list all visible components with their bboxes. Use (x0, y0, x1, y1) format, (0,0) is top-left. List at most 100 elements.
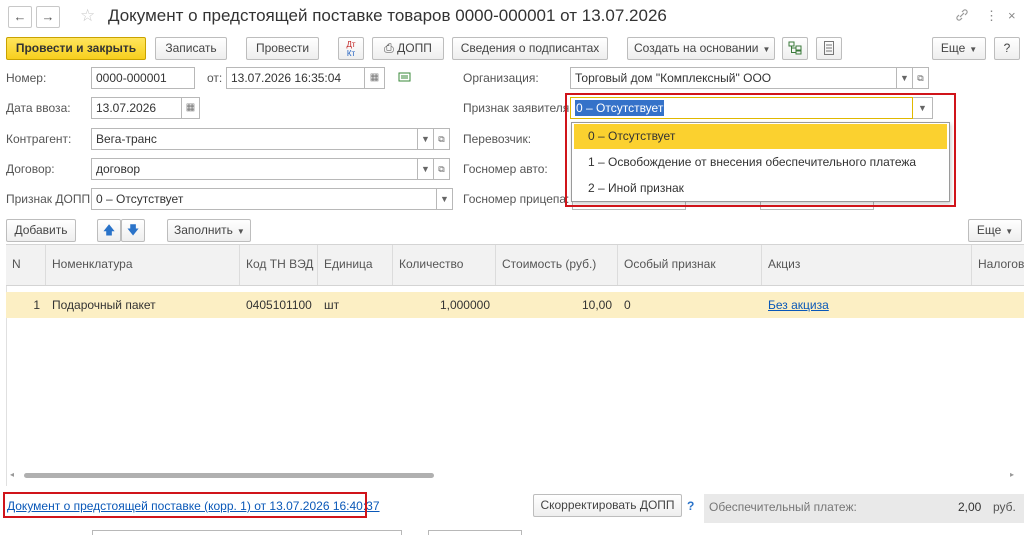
number-field[interactable]: 0000-000001 (91, 67, 195, 89)
printer-icon: ⎙ (384, 41, 394, 55)
fill-button[interactable]: Заполнить ▼ (167, 219, 251, 242)
organization-dropdown-button[interactable]: ▼ (897, 67, 913, 89)
highlight-box-footer (3, 492, 367, 518)
more-button[interactable]: Еще ▼ (932, 37, 986, 60)
open-icon: ⧉ (438, 164, 445, 174)
contract-field[interactable]: договор (91, 158, 418, 180)
scroll-left-icon[interactable]: ◂ (10, 470, 14, 479)
deposit-value: 2,00 (958, 500, 982, 514)
chevron-down-icon: ▼ (421, 134, 430, 144)
column-header[interactable]: Стоимость (руб.) (496, 245, 618, 285)
move-up-button[interactable]: 🡅 (97, 219, 121, 242)
excise-link[interactable]: Без акциза (768, 298, 829, 312)
cell-excise: Без акциза (762, 292, 972, 318)
column-header[interactable]: Код ТН ВЭД (240, 245, 318, 285)
fill-label: Заполнить (174, 223, 233, 237)
cell-quantity: 1,000000 (439, 298, 490, 312)
column-header[interactable]: Количество (393, 245, 496, 285)
create-based-label: Создать на основании (634, 41, 759, 55)
help-button[interactable]: ? (994, 37, 1020, 60)
post-button[interactable]: Провести (246, 37, 319, 60)
column-header[interactable]: Особый признак (618, 245, 762, 285)
horizontal-scrollbar-thumb[interactable] (24, 473, 434, 478)
back-arrow-icon: ← (13, 9, 27, 24)
document-icon (824, 41, 834, 55)
number-label: Номер: (6, 71, 47, 85)
move-down-button[interactable]: 🡇 (121, 219, 145, 242)
counterparty-open-button[interactable]: ⧉ (434, 128, 450, 150)
column-header[interactable]: Акциз (762, 245, 972, 285)
chevron-down-icon: ▼ (421, 164, 430, 174)
from-date-field[interactable]: 13.07.2026 16:35:04 (226, 67, 365, 89)
forward-arrow-icon: → (41, 9, 55, 24)
organization-open-button[interactable]: ⧉ (913, 67, 929, 89)
cell-nomenclature: Подарочный пакет (52, 298, 156, 312)
contract-dropdown-button[interactable]: ▼ (418, 158, 434, 180)
write-button[interactable]: Записать (155, 37, 227, 60)
link-icon[interactable] (955, 8, 969, 25)
correct-dopp-button[interactable]: Скорректировать ДОПП (533, 494, 682, 517)
dt-kt-icon: Дт (346, 40, 356, 49)
signers-button[interactable]: Сведения о подписантах (452, 37, 608, 60)
forward-button[interactable]: → (36, 6, 60, 28)
chevron-down-icon: ▼ (440, 194, 449, 204)
structure-icon (788, 41, 802, 55)
column-header[interactable]: Единица (318, 245, 393, 285)
cell-tnved: 0405101100 (246, 298, 312, 312)
highlight-box-applicant (565, 93, 956, 207)
add-row-button[interactable]: Добавить (6, 219, 76, 242)
column-header[interactable]: Налогов (972, 245, 1024, 285)
arrow-down-icon: 🡇 (126, 223, 140, 237)
table-header: N Номенклатура Код ТН ВЭД Единица Количе… (6, 244, 1024, 286)
chevron-down-icon: ▼ (1005, 227, 1014, 236)
cell-special-sign: 0 (624, 298, 631, 312)
arrow-up-icon: 🡅 (102, 223, 116, 237)
chevron-down-icon: ▼ (236, 227, 245, 236)
table-more-label: Еще (976, 223, 1002, 237)
column-header[interactable]: Номенклатура (46, 245, 240, 285)
cell-cost: 10,00 (581, 298, 612, 312)
structure-button[interactable] (782, 37, 808, 60)
bottom-field-2[interactable] (428, 530, 522, 535)
back-button[interactable]: ← (8, 6, 32, 28)
carrier-label: Перевозчик: (463, 132, 532, 146)
counterparty-field[interactable]: Вега-транс (91, 128, 418, 150)
contract-open-button[interactable]: ⧉ (434, 158, 450, 180)
import-date-label: Дата ввоза: (6, 101, 71, 115)
table-row[interactable]: 1 Подарочный пакет 0405101100 шт 1,00000… (6, 292, 1024, 318)
open-icon: ⧉ (438, 134, 445, 144)
post-and-close-button[interactable]: Провести и закрыть (6, 37, 146, 60)
column-header[interactable]: N (6, 245, 46, 285)
organization-label: Организация: (463, 71, 539, 85)
dt-kt-button[interactable]: Дт Кт (338, 37, 364, 60)
dopp-sign-label: Признак ДОПП: (6, 192, 94, 206)
bottom-field[interactable] (92, 530, 402, 535)
close-icon[interactable]: × (1008, 8, 1016, 23)
dopp-sign-dropdown-button[interactable]: ▼ (437, 188, 453, 210)
dopp-print-button[interactable]: ⎙ ДОПП (372, 37, 444, 60)
calendar-icon: ▦ (185, 102, 196, 113)
favorite-star-icon[interactable]: ☆ (80, 6, 95, 26)
dopp-print-label: ДОПП (397, 41, 432, 55)
counterparty-dropdown-button[interactable]: ▼ (418, 128, 434, 150)
organization-field[interactable]: Торговый дом "Комплексный" ООО (570, 67, 897, 89)
report-button[interactable] (816, 37, 842, 60)
chevron-down-icon: ▼ (969, 45, 978, 54)
cell-n: 1 (33, 298, 40, 312)
scroll-right-icon[interactable]: ▸ (1010, 470, 1014, 479)
table-more-button[interactable]: Еще ▼ (968, 219, 1022, 242)
more-label: Еще (940, 41, 966, 55)
comment-icon[interactable] (398, 71, 412, 88)
more-vertical-icon[interactable]: ⋮ (985, 8, 998, 24)
cell-tax (972, 292, 1024, 318)
calendar-button[interactable]: ▦ (365, 67, 385, 89)
cell-unit: шт (324, 298, 340, 312)
deposit-label: Обеспечительный платеж: (709, 500, 857, 514)
import-date-field[interactable]: 13.07.2026 (91, 97, 182, 119)
counterparty-label: Контрагент: (6, 132, 72, 146)
dopp-sign-field[interactable]: 0 – Отсутствует (91, 188, 437, 210)
import-calendar-button[interactable]: ▦ (182, 97, 200, 119)
create-based-button[interactable]: Создать на основании ▼ (627, 37, 775, 60)
trailer-number-label: Госномер прицепа: (463, 192, 570, 206)
help-icon[interactable]: ? (687, 499, 694, 513)
